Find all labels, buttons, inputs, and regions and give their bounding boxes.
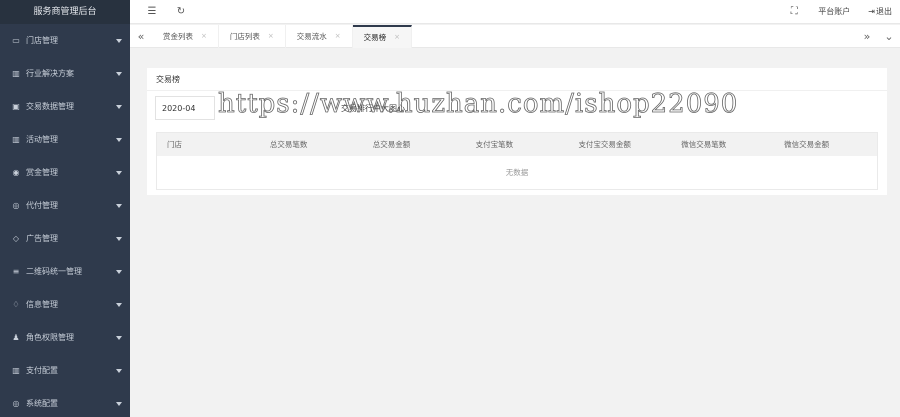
tab-bar: « 赏金列表 × 门店列表 × 交易流水 × 交易榜 × » ⌄ [130, 24, 900, 48]
sidebar-item-ad-management[interactable]: ◇ 广告管理 [0, 222, 130, 255]
users-icon: ♟ [12, 333, 20, 342]
grid-icon: ▥ [12, 69, 20, 78]
filter-note: 交易排行中大图心 [341, 103, 405, 113]
logout-icon: ⇥ [868, 7, 875, 16]
payment-icon: ▥ [12, 366, 20, 375]
column-header: 总交易笔数 [269, 140, 308, 149]
column-header: 支付宝笔数 [475, 140, 514, 149]
bell-icon: ♢ [12, 300, 20, 309]
sidebar-item-label: 角色权限管理 [26, 333, 74, 342]
sidebar-item-qrcode-management[interactable]: ≡ 二维码统一管理 [0, 255, 130, 288]
account-button[interactable]: 平台账户 [818, 6, 850, 17]
month-input[interactable] [155, 96, 215, 120]
sidebar-item-store-management[interactable]: ▭ 门店管理 [0, 24, 130, 57]
tab-store-list[interactable]: 门店列表 × [219, 24, 286, 48]
chevron-down-icon [116, 269, 122, 274]
tab-label: 交易榜 [363, 32, 387, 42]
filter-row: 交易排行中大图心 [155, 96, 405, 120]
column-header: 微信交易金额 [784, 140, 830, 149]
sidebar-item-bounty-management[interactable]: ◉ 赏金管理 [0, 156, 130, 189]
tab-bounty-list[interactable]: 赏金列表 × [152, 24, 219, 48]
chevron-down-icon [116, 71, 122, 76]
ranking-card: 交易榜 交易排行中大图心 门店 总交易笔数 总交易金额 支付宝笔数 支付宝交易金… [147, 68, 887, 195]
sidebar-item-label: 交易数据管理 [26, 102, 74, 111]
chevron-down-icon [116, 170, 122, 175]
column-header: 支付宝交易金额 [578, 140, 631, 149]
close-icon[interactable]: × [394, 33, 400, 41]
store-icon: ▭ [12, 36, 20, 45]
sidebar-item-label: 行业解决方案 [26, 69, 74, 78]
close-icon[interactable]: × [335, 32, 341, 40]
sidebar-item-label: 广告管理 [26, 234, 58, 243]
tabs-next-icon[interactable]: » [856, 25, 878, 48]
tab-label: 赏金列表 [163, 31, 193, 41]
sidebar-item-label: 门店管理 [26, 36, 58, 45]
chevron-down-icon [116, 38, 122, 43]
sidebar-item-industry-solutions[interactable]: ▥ 行业解决方案 [0, 57, 130, 90]
sidebar: 服务商管理后台 ▭ 门店管理 ▥ 行业解决方案 ▣ 交易数据管理 ▥ 活动管理 … [0, 0, 130, 417]
refresh-icon[interactable]: ↻ [175, 6, 187, 18]
fullscreen-icon[interactable]: ⛶ [788, 6, 800, 18]
menu-toggle-icon[interactable]: ☰ [146, 6, 158, 18]
chevron-down-icon [116, 335, 122, 340]
chevron-down-icon [116, 203, 122, 208]
sidebar-item-activity-management[interactable]: ▥ 活动管理 [0, 123, 130, 156]
tabs-prev-icon[interactable]: « [130, 25, 152, 48]
tab-transaction-ranking[interactable]: 交易榜 × [352, 24, 412, 48]
sidebar-item-label: 活动管理 [26, 135, 58, 144]
menu-lines-icon: ≡ [12, 267, 20, 276]
empty-state: 无数据 [157, 156, 877, 189]
chevron-down-icon [116, 236, 122, 241]
table-header: 门店 总交易笔数 总交易金额 支付宝笔数 支付宝交易金额 微信交易笔数 微信交易… [157, 133, 877, 156]
column-header: 微信交易笔数 [681, 140, 727, 149]
data-icon: ▣ [12, 102, 20, 111]
sidebar-item-payout-management[interactable]: ◎ 代付管理 [0, 189, 130, 222]
top-header: ☰ ↻ ⛶ 平台账户 ⇥ 退出 [130, 0, 900, 24]
sidebar-item-label: 赏金管理 [26, 168, 58, 177]
sidebar-item-label: 二维码统一管理 [26, 267, 82, 276]
column-header: 总交易金额 [372, 140, 411, 149]
tab-label: 交易流水 [296, 31, 327, 41]
chevron-down-icon [116, 302, 122, 307]
tab-label: 门店列表 [229, 31, 260, 41]
payout-icon: ◎ [12, 201, 20, 210]
chevron-down-icon [116, 401, 122, 406]
sidebar-item-label: 代付管理 [26, 201, 58, 210]
sidebar-item-transaction-data[interactable]: ▣ 交易数据管理 [0, 90, 130, 123]
close-icon[interactable]: × [268, 32, 274, 40]
sidebar-item-label: 信息管理 [26, 300, 58, 309]
chevron-down-icon [116, 104, 122, 109]
bounty-icon: ◉ [12, 168, 20, 177]
brand-title: 服务商管理后台 [0, 0, 130, 24]
sidebar-item-payment-config[interactable]: ▥ 支付配置 [0, 354, 130, 387]
chevron-down-icon [116, 137, 122, 142]
column-header: 门店 [167, 140, 182, 149]
logout-label: 退出 [876, 7, 892, 16]
sidebar-item-message-management[interactable]: ♢ 信息管理 [0, 288, 130, 321]
card-title: 交易榜 [147, 68, 887, 91]
activity-icon: ▥ [12, 135, 20, 144]
tabs-more-icon[interactable]: ⌄ [878, 25, 900, 48]
close-icon[interactable]: × [201, 32, 207, 40]
tag-icon: ◇ [12, 234, 20, 243]
ranking-table: 门店 总交易笔数 总交易金额 支付宝笔数 支付宝交易金额 微信交易笔数 微信交易… [156, 132, 878, 190]
sidebar-item-label: 支付配置 [26, 366, 58, 375]
settings-icon: ◎ [12, 399, 20, 408]
sidebar-item-label: 系统配置 [26, 399, 58, 408]
logout-button[interactable]: ⇥ 退出 [868, 6, 892, 17]
sidebar-item-role-permissions[interactable]: ♟ 角色权限管理 [0, 321, 130, 354]
chevron-down-icon [116, 368, 122, 373]
tab-transaction-flow[interactable]: 交易流水 × [286, 24, 353, 48]
sidebar-item-system-config[interactable]: ◎ 系统配置 [0, 387, 130, 417]
